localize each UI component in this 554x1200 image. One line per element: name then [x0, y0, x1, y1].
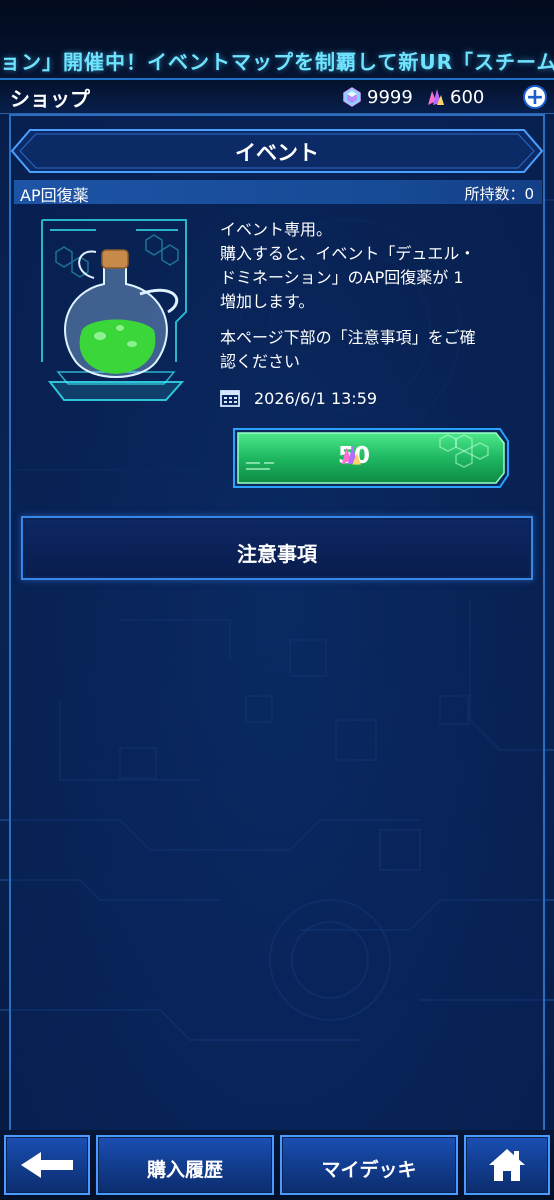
owned-count: 所持数：0 — [464, 185, 534, 203]
section-header: イベント — [10, 128, 544, 174]
gem-balance: 9999 — [342, 84, 413, 110]
buy-button[interactable]: 50 — [230, 425, 510, 491]
desc-line: イベント専用。 — [220, 220, 333, 239]
item-name: AP回復薬 — [20, 186, 89, 205]
shop-header: ショップ 9999 600 + — [0, 80, 554, 114]
note-line: 認ください — [220, 352, 301, 371]
crystal-icon — [341, 445, 361, 465]
news-ticker[interactable]: ョン」開催中！イベントマップを制覇して新UR「スチーム・ — [0, 0, 554, 80]
home-icon — [489, 1149, 525, 1181]
purchase-history-button[interactable]: 購入履歴 — [96, 1135, 274, 1195]
sale-deadline: 2026/6/1 13:59 — [220, 387, 377, 409]
bottom-nav: 購入履歴 マイデッキ — [0, 1130, 554, 1200]
page-title: ショップ — [10, 87, 90, 111]
deadline-text: 2026/6/1 13:59 — [254, 388, 378, 408]
notice-button[interactable]: 注意事項 — [21, 516, 533, 580]
back-arrow-icon — [21, 1152, 73, 1178]
desc-line: 増加します。 — [220, 292, 315, 311]
gem-count: 9999 — [367, 86, 413, 108]
my-deck-label: マイデッキ — [321, 1159, 417, 1181]
buy-price: 50 — [338, 443, 370, 469]
desc-line: 購入すると、イベント「デュエル・ — [220, 244, 476, 263]
desc-line: ドミネーション」のAP回復薬が 1 — [220, 268, 464, 287]
purchase-history-label: 購入履歴 — [146, 1159, 223, 1181]
notice-label: 注意事項 — [237, 542, 317, 566]
item-header-row: AP回復薬 所持数：0 — [14, 180, 542, 205]
calendar-icon — [220, 390, 240, 407]
section-title: イベント — [235, 141, 319, 165]
my-deck-button[interactable]: マイデッキ — [280, 1135, 458, 1195]
plus-icon: + — [525, 85, 545, 110]
add-currency-button[interactable]: + — [523, 85, 547, 109]
crystal-balance: 600 — [425, 84, 484, 110]
potion-icon — [41, 219, 187, 401]
gem-icon — [343, 87, 361, 107]
back-button[interactable] — [4, 1135, 90, 1195]
crystal-count: 600 — [450, 86, 485, 108]
crystal-icon — [428, 89, 444, 105]
item-description: イベント専用。 購入すると、イベント「デュエル・ ドミネーション」のAP回復薬が… — [220, 218, 540, 374]
home-button[interactable] — [464, 1135, 550, 1195]
note-line: 本ページ下部の「注意事項」をご確 — [220, 328, 476, 347]
ticker-text: ョン」開催中！イベントマップを制覇して新UR「スチーム・ — [0, 50, 554, 74]
